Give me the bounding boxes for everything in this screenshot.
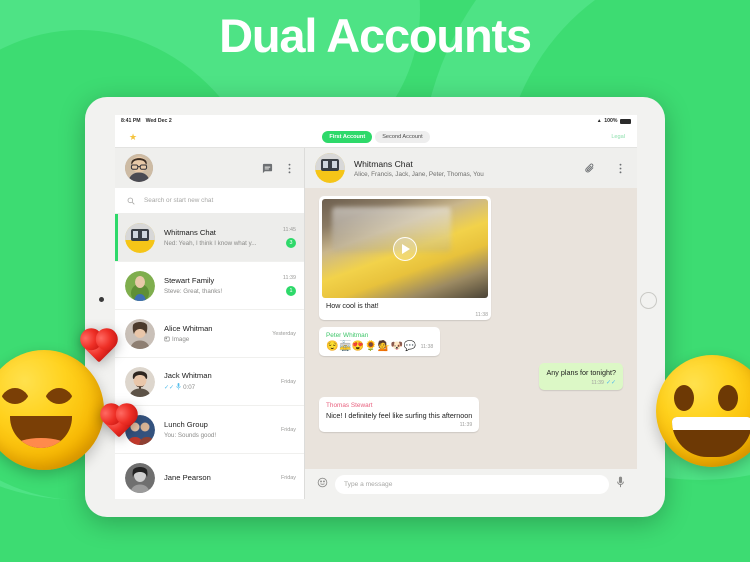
- message-time: 11:38: [420, 343, 434, 350]
- chat-name: Lunch Group: [164, 420, 208, 429]
- list-item[interactable]: Jack Whitman ✓✓ 0:07 Friday: [115, 358, 304, 406]
- unread-badge: 1: [286, 286, 296, 296]
- chat-preview: You: Sounds good!: [164, 432, 217, 439]
- message-emojis: 😌🚋😍🌻💁🐶💬: [326, 341, 417, 352]
- sidebar-header: [115, 148, 304, 188]
- account-tabs: First Account Second Account: [322, 131, 430, 143]
- search-bar[interactable]: Search or start new chat: [115, 188, 304, 214]
- chat-time: Friday: [281, 474, 296, 481]
- message-text: Any plans for tonight?: [546, 368, 616, 377]
- search-input[interactable]: Search or start new chat: [144, 197, 213, 204]
- conversation-title: Whitmans Chat: [354, 158, 413, 169]
- avatar: [125, 270, 155, 301]
- chat-preview: Ned: Yeah, I think I know what y...: [164, 240, 257, 247]
- battery-percent: 100%: [604, 118, 618, 124]
- tab-first-account[interactable]: First Account: [322, 131, 373, 143]
- chat-time: 11:39: [282, 275, 296, 281]
- app-body: Search or start new chat Whitmans Chat N…: [115, 147, 637, 499]
- avatar[interactable]: [315, 153, 345, 183]
- avatar: [125, 222, 155, 253]
- preview-text: Image: [172, 336, 190, 343]
- battery-full-icon: [620, 118, 631, 124]
- status-time: 8:41 PM: [121, 118, 141, 124]
- play-icon[interactable]: [393, 236, 417, 261]
- image-icon: [164, 336, 170, 344]
- account-switcher-bar: ★ First Account Second Account Legal: [115, 127, 637, 147]
- message-time: 11:39: [459, 422, 473, 428]
- chat-name: Jane Pearson: [164, 473, 211, 482]
- chat-name: Alice Whitman: [164, 323, 213, 333]
- list-item[interactable]: Whitmans Chat Ned: Yeah, I think I know …: [115, 214, 304, 262]
- video-thumbnail[interactable]: [322, 199, 488, 298]
- chat-list[interactable]: Whitmans Chat Ned: Yeah, I think I know …: [115, 214, 304, 499]
- avatar: [125, 366, 155, 397]
- message-bubble-outgoing[interactable]: Any plans for tonight? 11:39 ✓✓: [539, 363, 623, 390]
- paperclip-icon[interactable]: [584, 163, 595, 174]
- chat-time: 11:45: [282, 227, 296, 233]
- chat-time: Yesterday: [272, 330, 296, 337]
- read-ticks-icon: ✓✓: [605, 380, 616, 386]
- front-camera: [99, 297, 104, 302]
- tab-second-account[interactable]: Second Account: [375, 131, 430, 143]
- conversation-pane: Whitmans Chat Alice, Francis, Jack, Jane…: [305, 148, 637, 499]
- list-item[interactable]: Alice Whitman Image Yesterday: [115, 310, 304, 358]
- chat-time: Friday: [281, 426, 296, 433]
- emoji-icon[interactable]: [317, 475, 328, 493]
- message-bubble-emoji[interactable]: Peter Whitman 😌🚋😍🌻💁🐶💬 11:38: [319, 327, 441, 356]
- list-item[interactable]: Stewart Family Steve: Great, thanks! 11:…: [115, 262, 304, 310]
- tablet-screen: 8:41 PM Wed Dec 2 ▲ 100% ★ First Account…: [115, 115, 637, 499]
- conversation-participants: Alice, Francis, Jack, Jane, Peter, Thoma…: [354, 170, 484, 178]
- wifi-icon: ▲: [596, 118, 602, 124]
- legal-link[interactable]: Legal: [611, 134, 625, 140]
- status-bar: 8:41 PM Wed Dec 2 ▲ 100%: [115, 115, 637, 127]
- chat-name: Stewart Family: [164, 276, 215, 285]
- heart-emoji: [83, 331, 115, 363]
- message-input[interactable]: Type a message: [335, 474, 609, 494]
- smiling-face-emoji: [0, 350, 104, 470]
- overflow-menu-icon[interactable]: [285, 163, 294, 174]
- message-text: Nice! I definitely feel like surfing thi…: [326, 411, 473, 420]
- list-item[interactable]: Lunch Group You: Sounds good! Friday: [115, 406, 304, 454]
- preview-text: 0:07: [183, 384, 196, 391]
- microphone-icon[interactable]: [616, 475, 625, 493]
- avatar: [125, 462, 155, 493]
- home-button[interactable]: [640, 292, 657, 309]
- message-time: 11:39: [591, 379, 604, 386]
- tablet-device-frame: 8:41 PM Wed Dec 2 ▲ 100% ★ First Account…: [85, 97, 665, 517]
- page-title: Dual Accounts: [219, 9, 532, 62]
- message-list[interactable]: How cool is that! 11:38 Peter Whitman 😌🚋…: [305, 188, 637, 469]
- message-sender: Thomas Stewart: [326, 402, 373, 409]
- overflow-menu-icon[interactable]: [616, 163, 625, 174]
- new-chat-icon[interactable]: [262, 163, 273, 174]
- voice-note-icon: [176, 383, 181, 392]
- message-bubble-incoming[interactable]: Thomas Stewart Nice! I definitely feel l…: [319, 397, 480, 432]
- star-icon[interactable]: ★: [129, 132, 137, 143]
- message-sender: Peter Whitman: [326, 332, 369, 339]
- list-item[interactable]: Jane Pearson Friday: [115, 454, 304, 499]
- chat-time: Friday: [281, 378, 296, 385]
- chat-preview: ✓✓ 0:07: [164, 383, 272, 392]
- avatar: [125, 318, 155, 349]
- message-caption: How cool is that!: [326, 301, 379, 310]
- heart-emoji: [103, 406, 135, 438]
- message-composer: Type a message: [305, 469, 637, 499]
- avatar[interactable]: [125, 154, 153, 182]
- search-icon: [127, 192, 135, 210]
- message-time: 11:38: [475, 312, 488, 318]
- chat-name: Jack Whitman: [164, 371, 212, 380]
- unread-badge: 3: [286, 238, 296, 248]
- read-ticks-icon: ✓✓: [164, 385, 175, 391]
- chat-preview: Steve: Great, thanks!: [164, 288, 223, 295]
- grinning-face-emoji: [656, 355, 750, 467]
- conversation-header: Whitmans Chat Alice, Francis, Jack, Jane…: [305, 148, 637, 188]
- chat-name: Whitmans Chat: [164, 228, 216, 237]
- chat-list-pane: Search or start new chat Whitmans Chat N…: [115, 148, 305, 499]
- status-date: Wed Dec 2: [145, 118, 172, 124]
- chat-preview: Image: [164, 336, 263, 344]
- message-bubble-media[interactable]: How cool is that! 11:38: [319, 196, 491, 320]
